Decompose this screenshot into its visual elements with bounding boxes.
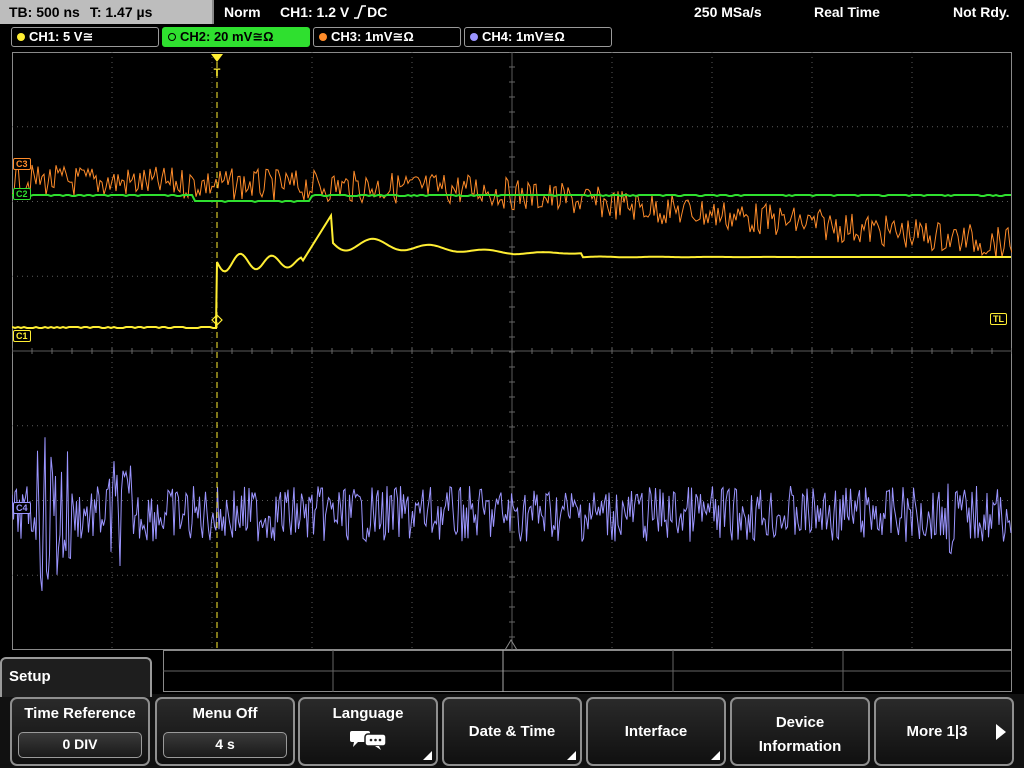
channel-tab-ch3[interactable]: CH3: 1mV≅Ω — [313, 27, 461, 47]
date-time-button[interactable]: Date & Time — [442, 697, 582, 766]
sample-rate[interactable]: 250 MSa/s — [694, 0, 762, 24]
trigger-pos-label: T — [214, 67, 221, 79]
ch4-color-dot — [470, 33, 478, 41]
device-label-line2: Information — [758, 738, 842, 755]
waveform-canvas[interactable]: T — [12, 52, 1012, 650]
date-time-label: Date & Time — [468, 723, 556, 740]
graticule — [12, 52, 1012, 650]
ch1-label: CH1: 5 V — [29, 29, 83, 44]
channel-tab-ch4[interactable]: CH4: 1mV≅Ω — [464, 27, 612, 47]
trigger-coupling: DC — [367, 4, 388, 20]
menu-off-label: Menu Off — [192, 705, 258, 722]
language-label: Language — [332, 705, 404, 722]
ch2-offset-marker[interactable]: C2 — [13, 188, 31, 200]
ch3-coupling: ≅Ω — [392, 29, 414, 44]
next-page-arrow-icon — [996, 724, 1006, 740]
speech-bubbles-icon — [350, 731, 387, 750]
ch4-offset-marker[interactable]: C4 — [13, 502, 31, 514]
submenu-indicator-icon — [711, 751, 720, 760]
record-overview[interactable] — [163, 650, 1012, 692]
time-reference-value: 0 DIV — [18, 732, 142, 758]
interface-label: Interface — [624, 723, 688, 740]
trigger-source-value: CH1: 1.2 V — [280, 4, 350, 20]
device-information-button[interactable]: Device Information — [730, 697, 870, 766]
ch1-offset-marker[interactable]: C1 — [13, 330, 31, 342]
menu-title: Setup — [0, 657, 152, 697]
time-reference-label: Time Reference — [24, 705, 136, 722]
trigger-mode[interactable]: Norm — [224, 0, 261, 24]
device-information-label: Device Information — [732, 711, 868, 759]
acquisition-mode[interactable]: Real Time — [814, 0, 880, 24]
ch2-color-dot — [168, 33, 176, 41]
device-label-line1: Device — [775, 714, 825, 731]
trigger-source[interactable]: CH1: 1.2 V DC — [280, 0, 387, 24]
submenu-indicator-icon — [567, 751, 576, 760]
menu-off-value: 4 s — [163, 732, 287, 758]
ch3-color-dot — [319, 33, 327, 41]
ch4-label: CH4: 1mV — [482, 29, 544, 44]
timebase-readout[interactable]: TB: 500 ns T: 1.47 µs — [0, 0, 214, 24]
ready-state: Not Rdy. — [953, 4, 1010, 20]
interface-button[interactable]: Interface — [586, 697, 726, 766]
timebase-value: TB: 500 ns — [9, 4, 80, 20]
ch4-coupling: ≅Ω — [543, 29, 565, 44]
trigger-time-value: T: 1.47 µs — [89, 4, 153, 20]
center-reference-marker — [504, 639, 518, 650]
ch3-label: CH3: 1mV — [331, 29, 393, 44]
channel-tab-ch2[interactable]: CH2: 20 mV≅Ω — [162, 27, 310, 47]
ch2-coupling: ≅Ω — [252, 29, 274, 44]
time-reference-button[interactable]: Time Reference 0 DIV — [10, 697, 150, 766]
ch2-label: CH2: 20 mV — [180, 29, 253, 44]
channel-tab-ch1[interactable]: CH1: 5 V≅ — [11, 27, 159, 47]
ch1-coupling: ≅ — [82, 29, 94, 44]
language-button[interactable]: Language — [298, 697, 438, 766]
ch1-color-dot — [17, 33, 25, 41]
submenu-indicator-icon — [423, 751, 432, 760]
menu-off-button[interactable]: Menu Off 4 s — [155, 697, 295, 766]
rising-edge-icon — [354, 5, 367, 19]
more-button[interactable]: More 1|3 — [874, 697, 1014, 766]
more-label: More 1|3 — [906, 723, 968, 740]
trigger-position-marker[interactable] — [211, 54, 223, 62]
trigger-level-marker[interactable]: TL — [990, 313, 1007, 325]
ch3-offset-marker[interactable]: C3 — [13, 158, 31, 170]
